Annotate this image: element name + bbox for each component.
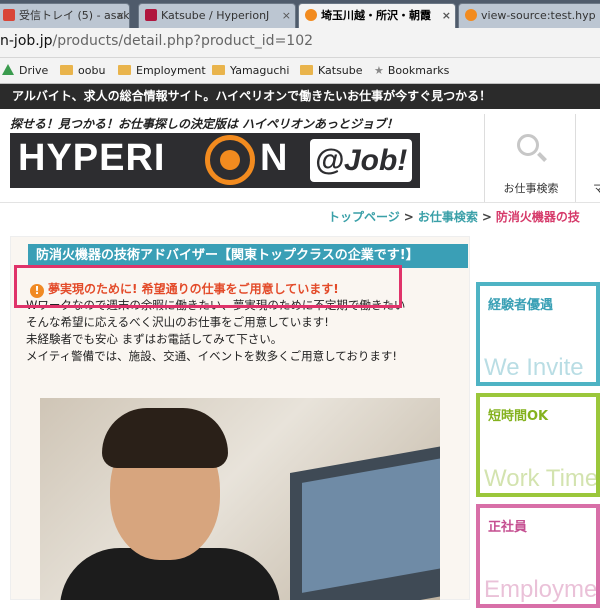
logo-job-badge: @Job!: [310, 139, 412, 182]
bookmark-label: Yamaguchi: [230, 64, 290, 77]
bookmark-bookmarks[interactable]: ★ Bookmarks: [374, 64, 449, 77]
bookmark-label: Katsube: [318, 64, 363, 77]
site-logo[interactable]: HYPERI N @Job!: [10, 133, 420, 188]
sun-logo-icon: [205, 135, 255, 185]
close-icon[interactable]: ×: [282, 4, 291, 27]
url-text[interactable]: n-job.jp/products/detail.php?product_id=…: [0, 33, 313, 49]
logo-text-n: N: [260, 137, 288, 179]
search-icon: [517, 134, 539, 156]
job-photo: [40, 398, 440, 600]
bookmark-katsube[interactable]: Katsube: [300, 64, 363, 77]
logo-text: HYPERI: [18, 137, 166, 179]
drive-icon: [2, 64, 14, 75]
tab-label: 受信トレイ (5) - asak: [19, 9, 130, 22]
breadcrumb-separator: >: [481, 210, 492, 224]
address-bar[interactable]: n-job.jp/products/detail.php?product_id=…: [0, 28, 600, 58]
nav-next-item[interactable]: マ: [593, 180, 600, 196]
tab-label: Katsube / HyperionJ: [161, 9, 270, 22]
browser-tab-view-source[interactable]: view-source:test.hyp: [458, 3, 600, 28]
close-icon[interactable]: ×: [442, 4, 451, 27]
nav-job-search-label: お仕事検索: [503, 182, 559, 195]
url-path: /products/detail.php?product_id=102: [52, 33, 314, 49]
header-divider: [0, 202, 600, 203]
sidebar-card-experienced[interactable]: 経験者優遇 We Invite: [476, 282, 600, 386]
bookmark-oobu[interactable]: oobu: [60, 64, 105, 77]
breadcrumb-home[interactable]: トップページ: [328, 210, 400, 224]
tab-label: 埼玉川越・所沢・朝霞: [321, 9, 431, 22]
folder-icon: [300, 65, 313, 75]
breadcrumb: トップページ > お仕事検索 > 防消火機器の技: [328, 208, 580, 225]
bookmark-label: oobu: [78, 64, 106, 77]
browser-tab-github[interactable]: Katsube / HyperionJ ×: [138, 3, 296, 28]
monitor-shape: [290, 443, 440, 600]
nav-job-search[interactable]: お仕事検索: [484, 114, 576, 202]
site-top-message: アルバイト、求人の総合情報サイト。ハイペリオンで働きたいお仕事が今すぐ見つかる！: [0, 84, 600, 109]
gmail-icon: [3, 9, 15, 21]
breadcrumb-current: 防消火機器の技: [495, 210, 580, 224]
sidebar-card-watermark: Work Time: [484, 465, 599, 492]
bookmark-drive[interactable]: Drive: [2, 64, 48, 77]
sun-icon: [465, 9, 477, 21]
url-domain: n-job.jp: [0, 33, 53, 49]
breadcrumb-separator: >: [403, 210, 414, 224]
sidebar-card-watermark: We Invite: [484, 354, 584, 381]
bookmark-label: Employment: [136, 64, 206, 77]
sun-icon: [305, 9, 317, 21]
sidebar-card-title: 経験者優遇: [488, 298, 554, 313]
browser-tab-bar: 受信トレイ (5) - asak × Katsube / HyperionJ ×…: [0, 0, 600, 28]
browser-tab-hyperion[interactable]: 埼玉川越・所沢・朝霞 ×: [298, 3, 456, 28]
close-icon[interactable]: ×: [116, 4, 125, 27]
breadcrumb-search[interactable]: お仕事検索: [418, 210, 478, 224]
sidebar-card-short-hours[interactable]: 短時間OK Work Time: [476, 393, 600, 497]
folder-icon: [60, 65, 73, 75]
person-hair-shape: [102, 408, 228, 468]
sidebar-card-full-time[interactable]: 正社員 Employmen: [476, 504, 600, 608]
folder-icon: [212, 65, 225, 75]
bookmark-employment[interactable]: Employment: [118, 64, 206, 77]
bookmarks-bar: Drive oobu Employment Yamaguchi Katsube …: [0, 58, 600, 84]
bookmark-label: Bookmarks: [387, 64, 450, 77]
tab-label: view-source:test.hyp: [481, 9, 596, 22]
browser-tab-gmail[interactable]: 受信トレイ (5) - asak ×: [0, 3, 130, 28]
folder-icon: [118, 65, 131, 75]
annotation-highlight-box: [14, 265, 402, 308]
sidebar-card-title: 短時間OK: [488, 409, 549, 424]
star-icon: ★: [374, 64, 384, 77]
site-tagline: 探せる！見つかる！お仕事探しの決定版は ハイペリオンあっとジョブ！: [10, 117, 398, 131]
bookmark-label: Drive: [19, 64, 49, 77]
job-description-line: そんな希望に応えるべく沢山のお仕事をご用意しています!: [26, 315, 329, 329]
repo-icon: [145, 9, 157, 21]
bookmark-yamaguchi[interactable]: Yamaguchi: [212, 64, 289, 77]
job-description-line: 未経験者でも安心 まずはお電話してみて下さい。: [26, 332, 283, 346]
sidebar-card-title: 正社員: [488, 520, 528, 535]
job-description-line: メイティ警備では、施設、交通、イベントを数多くご用意しております!: [26, 349, 397, 363]
